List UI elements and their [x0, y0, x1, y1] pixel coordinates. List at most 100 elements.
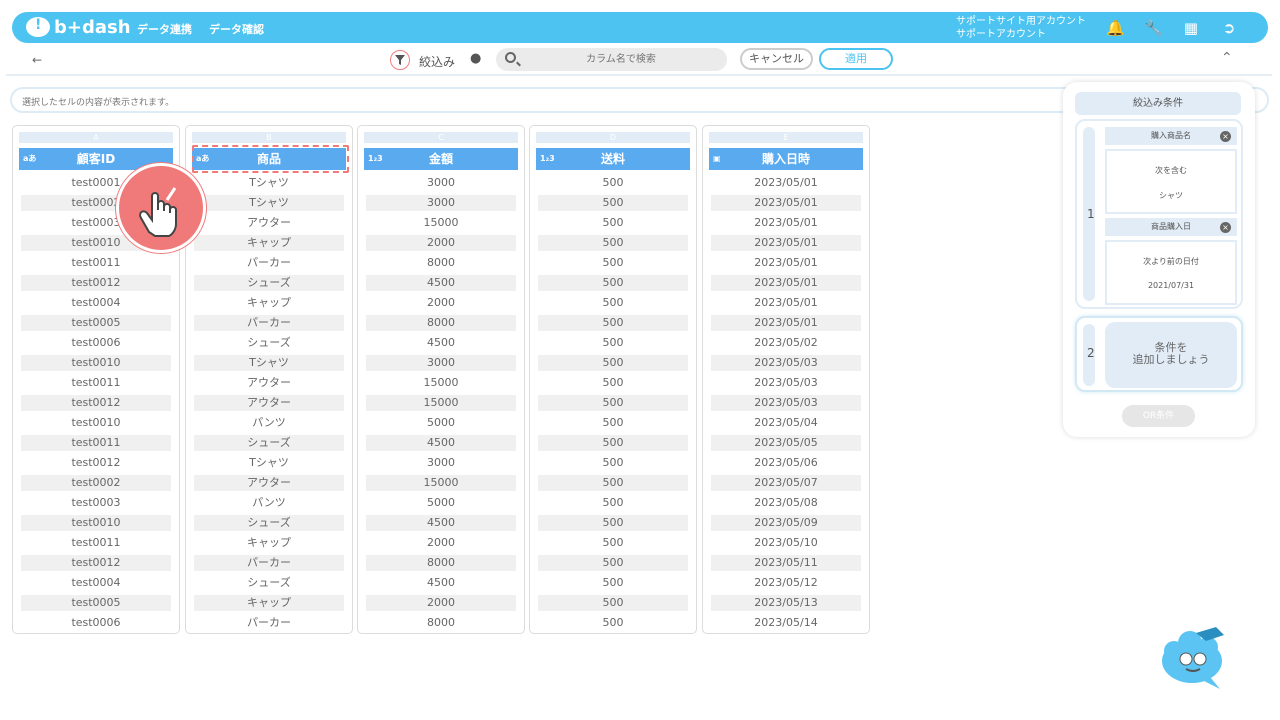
table-cell[interactable]: 2023/05/05 — [711, 435, 861, 451]
table-cell[interactable]: Tシャツ — [194, 195, 344, 211]
table-cell[interactable]: 5000 — [366, 495, 516, 511]
table-cell[interactable]: test0011 — [21, 535, 171, 551]
table-cell[interactable]: 500 — [538, 615, 688, 631]
app-logo[interactable]: b+dash — [26, 16, 131, 38]
table-cell[interactable]: test0006 — [21, 615, 171, 631]
table-cell[interactable]: キャップ — [194, 535, 344, 551]
table-cell[interactable]: 500 — [538, 255, 688, 271]
table-cell[interactable]: 500 — [538, 275, 688, 291]
table-cell[interactable]: 15000 — [366, 395, 516, 411]
or-condition-button[interactable]: OR条件 — [1122, 405, 1195, 427]
apply-button[interactable]: 適用 — [819, 48, 893, 70]
filter-funnel-icon[interactable] — [390, 50, 410, 70]
table-cell[interactable]: 8000 — [366, 555, 516, 571]
bell-icon[interactable]: 🔔 — [1106, 19, 1125, 37]
table-cell[interactable]: 500 — [538, 175, 688, 191]
table-cell[interactable]: 500 — [538, 335, 688, 351]
table-cell[interactable]: 2023/05/01 — [711, 255, 861, 271]
logout-icon[interactable]: ➲ — [1220, 19, 1238, 37]
table-cell[interactable]: シューズ — [194, 275, 344, 291]
table-cell[interactable]: test0012 — [21, 455, 171, 471]
table-cell[interactable]: 2000 — [366, 595, 516, 611]
back-arrow-icon[interactable]: ← — [32, 53, 42, 67]
table-cell[interactable]: 2023/05/06 — [711, 455, 861, 471]
table-cell[interactable]: 3000 — [366, 195, 516, 211]
table-cell[interactable]: パーカー — [194, 255, 344, 271]
table-cell[interactable]: 500 — [538, 215, 688, 231]
table-cell[interactable]: パーカー — [194, 615, 344, 631]
table-cell[interactable]: 8000 — [366, 615, 516, 631]
table-cell[interactable]: test0011 — [21, 375, 171, 391]
table-cell[interactable]: 8000 — [366, 255, 516, 271]
table-cell[interactable]: test0004 — [21, 295, 171, 311]
condition-body[interactable]: 次を含む シャツ — [1105, 149, 1237, 214]
table-cell[interactable]: 2023/05/11 — [711, 555, 861, 571]
table-cell[interactable]: 2023/05/01 — [711, 315, 861, 331]
table-cell[interactable]: 2023/05/01 — [711, 195, 861, 211]
table-cell[interactable]: test0006 — [21, 335, 171, 351]
table-cell[interactable]: シューズ — [194, 435, 344, 451]
condition-body[interactable]: 次より前の日付 2021/07/31 — [1105, 240, 1237, 305]
table-cell[interactable]: 2023/05/01 — [711, 275, 861, 291]
close-icon[interactable]: × — [1220, 222, 1231, 233]
table-cell[interactable]: 2000 — [366, 235, 516, 251]
table-cell[interactable]: 2000 — [366, 295, 516, 311]
table-cell[interactable]: キャップ — [194, 595, 344, 611]
table-cell[interactable]: test0005 — [21, 315, 171, 331]
table-cell[interactable]: 2023/05/07 — [711, 475, 861, 491]
table-cell[interactable]: パーカー — [194, 555, 344, 571]
table-cell[interactable]: アウター — [194, 375, 344, 391]
table-cell[interactable]: 500 — [538, 455, 688, 471]
table-cell[interactable]: 4500 — [366, 515, 516, 531]
table-cell[interactable]: test0004 — [21, 575, 171, 591]
table-cell[interactable]: 2023/05/01 — [711, 295, 861, 311]
table-cell[interactable]: 500 — [538, 575, 688, 591]
table-cell[interactable]: 2023/05/03 — [711, 395, 861, 411]
table-cell[interactable]: 500 — [538, 435, 688, 451]
table-cell[interactable]: test0005 — [21, 595, 171, 611]
table-cell[interactable]: test0010 — [21, 355, 171, 371]
table-cell[interactable]: パンツ — [194, 415, 344, 431]
table-cell[interactable]: アウター — [194, 395, 344, 411]
table-cell[interactable]: 2023/05/12 — [711, 575, 861, 591]
table-cell[interactable]: 500 — [538, 315, 688, 331]
table-cell[interactable]: test0011 — [21, 435, 171, 451]
table-cell[interactable]: 3000 — [366, 175, 516, 191]
column-search[interactable] — [496, 48, 727, 71]
table-cell[interactable]: 2023/05/08 — [711, 495, 861, 511]
table-cell[interactable]: 4500 — [366, 275, 516, 291]
column-header[interactable]: aあ 商品 — [192, 145, 349, 173]
table-cell[interactable]: 500 — [538, 195, 688, 211]
table-cell[interactable]: シューズ — [194, 515, 344, 531]
table-cell[interactable]: 500 — [538, 475, 688, 491]
table-cell[interactable]: test0003 — [21, 495, 171, 511]
table-cell[interactable]: 2023/05/13 — [711, 595, 861, 611]
table-cell[interactable]: シューズ — [194, 575, 344, 591]
table-cell[interactable]: test0011 — [21, 255, 171, 271]
close-icon[interactable]: × — [1220, 131, 1231, 142]
table-cell[interactable]: test0012 — [21, 395, 171, 411]
table-cell[interactable]: キャップ — [194, 295, 344, 311]
table-cell[interactable]: 500 — [538, 555, 688, 571]
table-cell[interactable]: 2023/05/03 — [711, 375, 861, 391]
cancel-button[interactable]: キャンセル — [740, 48, 813, 70]
table-cell[interactable]: 500 — [538, 235, 688, 251]
table-cell[interactable]: 3000 — [366, 455, 516, 471]
wrench-icon[interactable]: 🔧 — [1144, 19, 1163, 37]
table-cell[interactable]: 4500 — [366, 435, 516, 451]
chevron-up-icon[interactable]: ⌃ — [1221, 50, 1233, 66]
table-cell[interactable]: Tシャツ — [194, 355, 344, 371]
table-cell[interactable]: 2023/05/10 — [711, 535, 861, 551]
table-cell[interactable]: 500 — [538, 395, 688, 411]
table-cell[interactable]: 500 — [538, 375, 688, 391]
table-cell[interactable]: 2023/05/03 — [711, 355, 861, 371]
table-cell[interactable]: 2023/05/14 — [711, 615, 861, 631]
table-cell[interactable]: シューズ — [194, 335, 344, 351]
nav-data-link[interactable]: データ連携 — [137, 21, 192, 37]
grid-menu-icon[interactable]: ▦ — [1182, 19, 1200, 37]
table-cell[interactable]: キャップ — [194, 235, 344, 251]
table-cell[interactable]: アウター — [194, 215, 344, 231]
account-info[interactable]: サポートサイト用アカウント サポートアカウント — [956, 15, 1086, 41]
column-header[interactable]: 1₂3 送料 — [536, 148, 690, 170]
table-cell[interactable]: 3000 — [366, 355, 516, 371]
